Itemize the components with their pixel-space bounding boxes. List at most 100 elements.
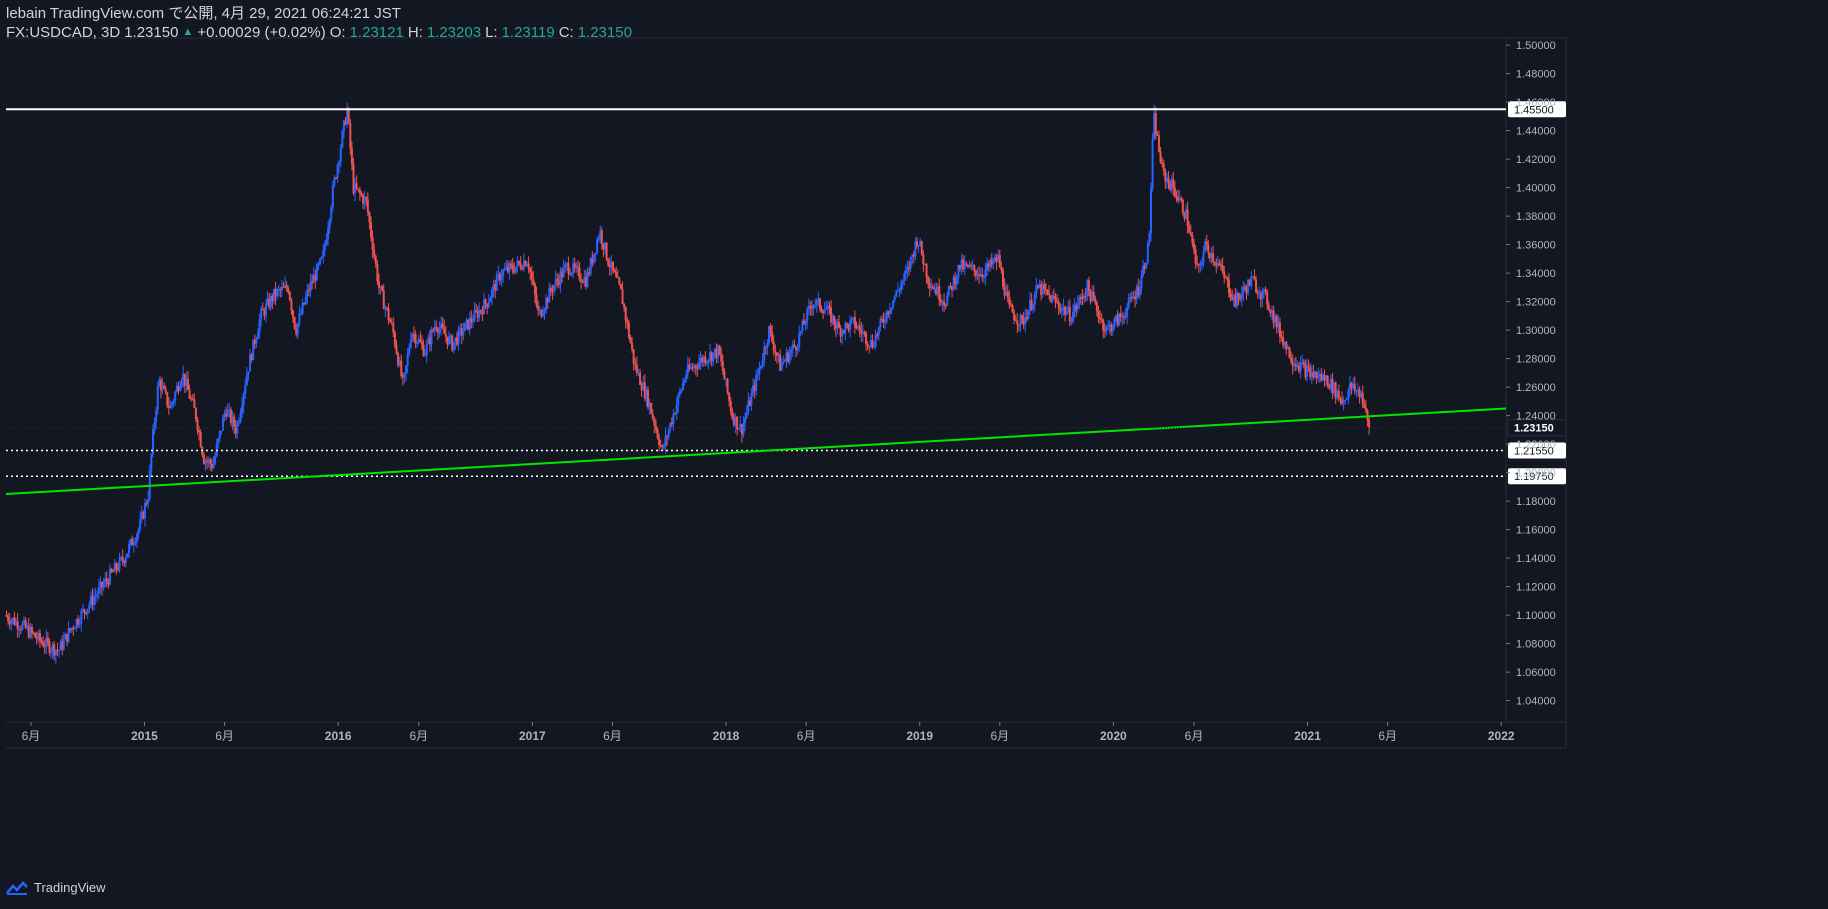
candle-body [360,193,363,196]
candle-body [247,371,250,375]
candle-body [661,445,664,447]
price-chart[interactable]: 1.455001.215501.197501.23150 1.50000 1.48… [0,0,1828,909]
candle-body [374,256,377,265]
candle-body [441,323,444,328]
candle-body [871,340,874,348]
price-tick-label: 1.48000 [1516,69,1556,81]
candle-body [255,338,258,344]
candle-body [220,430,223,432]
candle-body [1218,263,1221,266]
candle-body [1261,290,1264,300]
candle-body [955,277,958,285]
price-change: +0.00029 (+0.02%) [197,24,326,41]
candle-body [1021,315,1024,319]
price-tick-label: 1.06000 [1516,667,1556,679]
candle-body [697,362,700,369]
candle-body [943,301,946,306]
candle-body [866,344,869,346]
candle-body [448,336,451,345]
candle-body [532,279,535,285]
candle-body [327,228,330,240]
candle-body [1212,253,1215,262]
candle-body [650,402,653,414]
candle-body [315,264,318,281]
candle-body [1188,226,1191,233]
candle-body [393,332,396,346]
candle-body [134,541,137,544]
candle-body [373,250,376,257]
price-tick-label: 1.40000 [1516,183,1556,195]
candle-body [1199,264,1202,266]
candle-body [818,298,821,310]
legend-row[interactable]: FX:USDCAD, 3D 1.23150 ▲ +0.00029 (+0.02%… [6,23,632,42]
candle-body [115,563,118,570]
candle-body [319,258,322,264]
candle-body [543,309,546,314]
candle-body [16,621,19,630]
candle-body [285,284,288,289]
price-axis[interactable]: 1.50000 1.48000 1.46000 1.44000 1.42000 1.400… [1506,40,1556,708]
candle-body [853,317,856,328]
open-value: 1.23121 [349,24,404,41]
candle-body [260,308,263,320]
candle-body [1229,293,1232,298]
candle-body [654,425,657,430]
candle-body [965,263,968,265]
candle-body [1111,327,1114,332]
candle-body [683,379,686,383]
candle-body [392,323,395,333]
footer-brand[interactable]: TradingView [6,880,106,895]
candle-body [849,320,852,331]
open-label: O: [329,24,346,41]
candle-body [611,261,614,270]
candle-body [218,430,221,439]
price-tick-label: 1.22000 [1516,439,1556,451]
symbol-label[interactable]: FX:USDCAD, 3D [6,23,120,42]
candle-body [1048,293,1051,296]
candle-body [1105,326,1108,331]
candle-body [605,242,608,260]
candle-body [403,373,406,378]
price-tick-label: 1.38000 [1516,211,1556,223]
candle-body [292,310,295,318]
candle-body [1180,198,1183,200]
candle-body [903,273,906,281]
candle-body [1200,262,1203,265]
candle-body [1148,233,1151,243]
candle-body [632,349,635,364]
candle-body [1027,310,1030,320]
candle-body [721,361,724,372]
candle-body [1054,297,1057,302]
candle-body [1278,322,1281,337]
price-tick-label: 1.34000 [1516,268,1556,280]
candle-body [984,269,987,277]
candle-body [77,619,80,625]
time-tick-label: 6月 [603,729,622,743]
candle-body [341,131,344,148]
candle-body [763,347,766,361]
candle-body [322,250,325,257]
candle-body [1145,262,1148,269]
candle-body [1162,163,1165,171]
candle-body [336,164,339,178]
candle-body [1092,291,1095,300]
candle-body [452,342,455,351]
candle-body [592,253,595,264]
candle-body [365,197,368,200]
candle-body [1255,279,1258,293]
candle-body [947,285,950,296]
candle-body [744,417,747,424]
candle-body [387,308,390,320]
candle-body [631,343,634,350]
time-axis[interactable]: 6月 2015 6月 2016 6月 2017 6月 2018 6月 2019 6月 2020 6月 20… [22,722,1515,743]
candle-body [576,266,579,268]
candle-body [1011,305,1014,313]
candle-body [1223,271,1226,278]
candle-body [38,632,41,641]
candle-body [519,263,522,269]
candle-body [430,329,433,345]
candle-body [635,364,638,374]
candle-body [245,374,248,386]
price-tick-label: 1.50000 [1516,40,1556,52]
candle-body [651,413,654,419]
